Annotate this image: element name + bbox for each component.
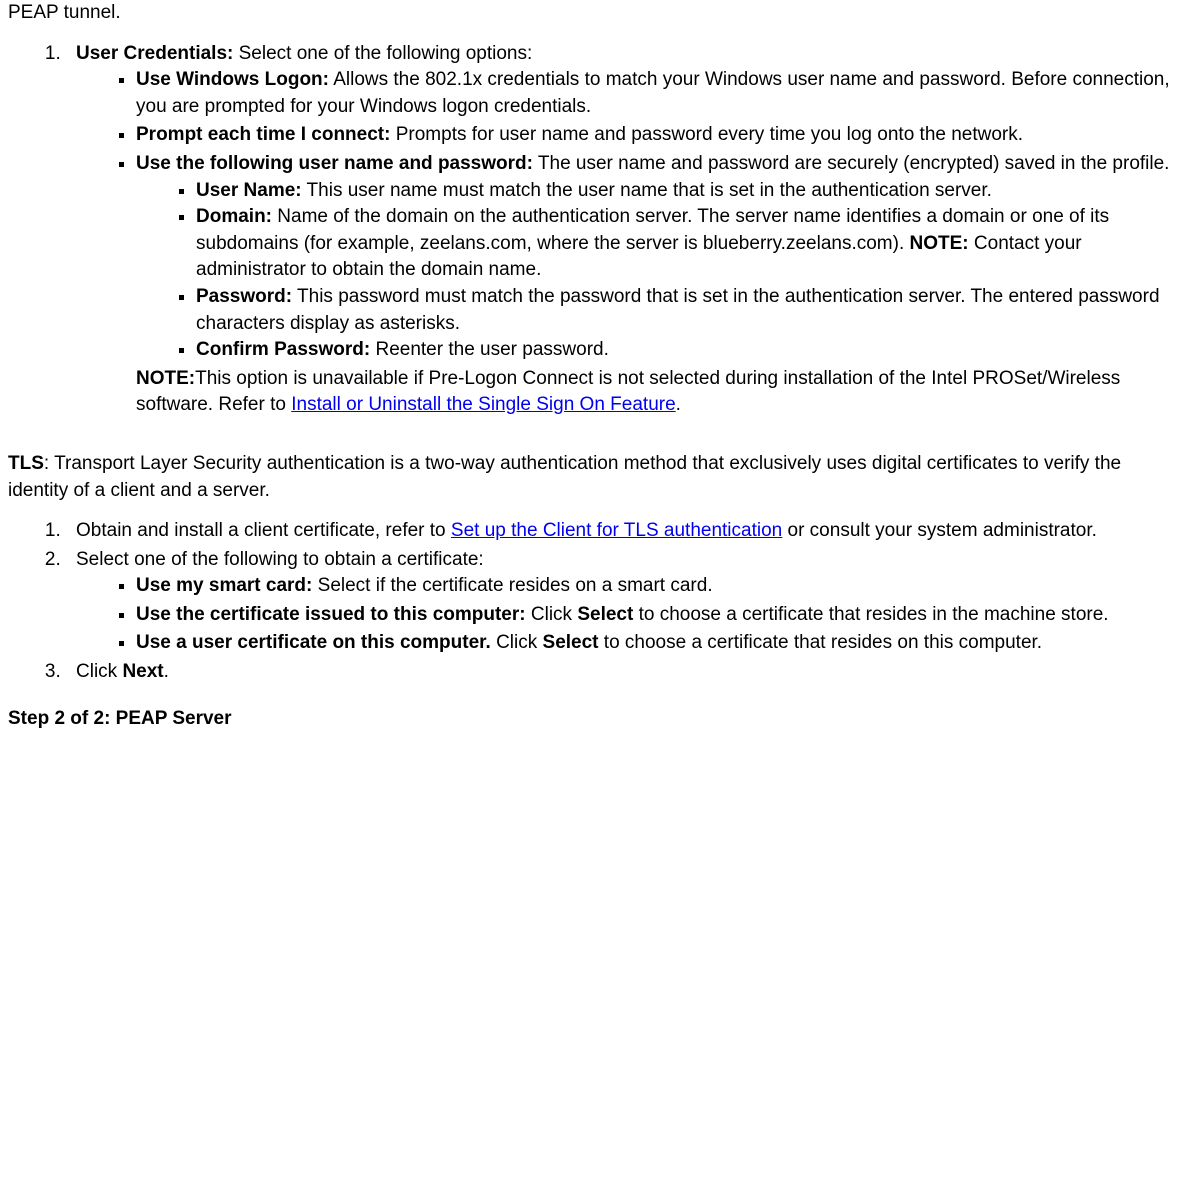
tls-item1-text2: or consult your system administrator. (782, 520, 1097, 541)
tls-item1: Obtain and install a client certificate,… (66, 518, 1173, 545)
tls-item1-text1: Obtain and install a client certificate,… (76, 520, 451, 541)
tls-text: : Transport Layer Security authenticatio… (8, 453, 1121, 501)
tls-item3: Click Next. (66, 659, 1173, 686)
cert-computer-issued: Use the certificate issued to this compu… (136, 602, 1173, 629)
user-cert-text1: Click (491, 632, 543, 653)
windows-logon-label: Use Windows Logon: (136, 69, 329, 90)
password-text: This password must match the password th… (196, 286, 1160, 334)
cert-sublist: Use my smart card: Select if the certifi… (76, 573, 1173, 657)
username-label: User Name: (196, 180, 302, 201)
username-text: This user name must match the user name … (302, 180, 992, 201)
sso-link[interactable]: Install or Uninstall the Single Sign On … (291, 394, 675, 415)
use-following-label: Use the following user name and password… (136, 153, 533, 174)
note-label: NOTE: (136, 368, 195, 389)
note-block: NOTE:This option is unavailable if Pre-L… (136, 366, 1173, 419)
note-text2: . (676, 394, 681, 415)
subsub-domain: Domain: Name of the domain on the authen… (196, 204, 1173, 284)
tls-client-link[interactable]: Set up the Client for TLS authentication (451, 520, 782, 541)
tls-paragraph: TLS: Transport Layer Security authentica… (8, 451, 1173, 504)
subsub-username: User Name: This user name must match the… (196, 178, 1173, 205)
computer-issued-label: Use the certificate issued to this compu… (136, 604, 526, 625)
cert-smartcard: Use my smart card: Select if the certifi… (136, 573, 1173, 600)
smartcard-label: Use my smart card: (136, 575, 312, 596)
user-cert-label: Use a user certificate on this computer. (136, 632, 491, 653)
select-bold1: Select (577, 604, 633, 625)
prompt-connect-text: Prompts for user name and password every… (390, 124, 1023, 145)
computer-issued-text1: Click (526, 604, 578, 625)
computer-issued-text2: to choose a certificate that resides in … (633, 604, 1108, 625)
click-next-text2: . (164, 661, 169, 682)
prompt-connect-label: Prompt each time I connect: (136, 124, 390, 145)
domain-label: Domain: (196, 206, 272, 227)
tls-list: Obtain and install a client certificate,… (8, 518, 1173, 686)
tls-item2: Select one of the following to obtain a … (66, 547, 1173, 657)
subsub-confirm-password: Confirm Password: Reenter the user passw… (196, 337, 1173, 364)
cert-user-cert: Use a user certificate on this computer.… (136, 630, 1173, 657)
sub-prompt-connect: Prompt each time I connect: Prompts for … (136, 122, 1173, 149)
credentials-subsub-list: User Name: This user name must match the… (136, 178, 1173, 364)
user-credentials-text: Select one of the following options: (233, 43, 532, 64)
list1-item1: User Credentials: Select one of the foll… (66, 41, 1173, 419)
click-next-text1: Click (76, 661, 122, 682)
select-bold2: Select (543, 632, 599, 653)
next-bold: Next (122, 661, 163, 682)
user-credentials-list: User Credentials: Select one of the foll… (8, 41, 1173, 419)
password-label: Password: (196, 286, 292, 307)
confirm-password-label: Confirm Password: (196, 339, 370, 360)
user-credentials-label: User Credentials: (76, 43, 233, 64)
sub-use-following: Use the following user name and password… (136, 151, 1173, 364)
smartcard-text: Select if the certificate resides on a s… (312, 575, 712, 596)
confirm-password-text: Reenter the user password. (370, 339, 609, 360)
intro-text: PEAP tunnel. (8, 0, 1173, 27)
domain-note-label: NOTE: (910, 233, 969, 254)
subsub-password: Password: This password must match the p… (196, 284, 1173, 337)
credentials-sublist: Use Windows Logon: Allows the 802.1x cre… (76, 67, 1173, 364)
tls-item2-text: Select one of the following to obtain a … (76, 549, 484, 570)
sub-windows-logon: Use Windows Logon: Allows the 802.1x cre… (136, 67, 1173, 120)
tls-label: TLS (8, 453, 44, 474)
step2-heading: Step 2 of 2: PEAP Server (8, 706, 1173, 733)
user-cert-text2: to choose a certificate that resides on … (599, 632, 1043, 653)
use-following-text: The user name and password are securely … (533, 153, 1169, 174)
